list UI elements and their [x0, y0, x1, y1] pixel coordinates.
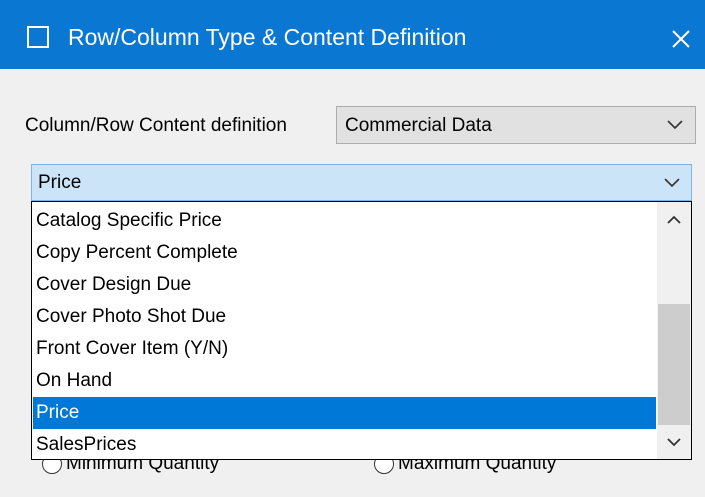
scroll-down-button[interactable] [657, 425, 691, 459]
chevron-down-icon [667, 120, 683, 130]
scroll-thumb[interactable] [658, 304, 690, 425]
title-bar: Row/Column Type & Content Definition [0, 0, 705, 69]
scroll-up-button[interactable] [657, 202, 691, 236]
content-definition-value: Commercial Data [345, 115, 492, 136]
chevron-up-icon [667, 215, 681, 224]
chevron-down-icon [667, 438, 681, 447]
field-combo[interactable]: Price [31, 164, 692, 201]
list-item[interactable]: Catalog Specific Price [33, 205, 656, 237]
field-dropdown-list: Catalog Specific Price Copy Percent Comp… [31, 201, 692, 460]
list-item[interactable]: Cover Design Due [33, 269, 656, 301]
close-icon [672, 30, 690, 48]
list-scrollbar[interactable] [657, 202, 691, 459]
list-item[interactable]: Cover Photo Shot Due [33, 301, 656, 333]
list-item[interactable]: Copy Percent Complete [33, 237, 656, 269]
content-definition-select[interactable]: Commercial Data [336, 106, 696, 144]
list-item[interactable]: Price [33, 397, 656, 429]
content-definition-label: Column/Row Content definition [25, 115, 287, 136]
window-title: Row/Column Type & Content Definition [68, 24, 467, 50]
list-item[interactable]: Front Cover Item (Y/N) [33, 333, 656, 365]
field-combo-value: Price [38, 172, 82, 193]
list-item[interactable]: On Hand [33, 365, 656, 397]
app-icon [27, 26, 49, 48]
close-button[interactable] [660, 18, 700, 58]
list-item[interactable]: SalesPrices [33, 429, 656, 459]
chevron-down-icon [664, 178, 680, 188]
